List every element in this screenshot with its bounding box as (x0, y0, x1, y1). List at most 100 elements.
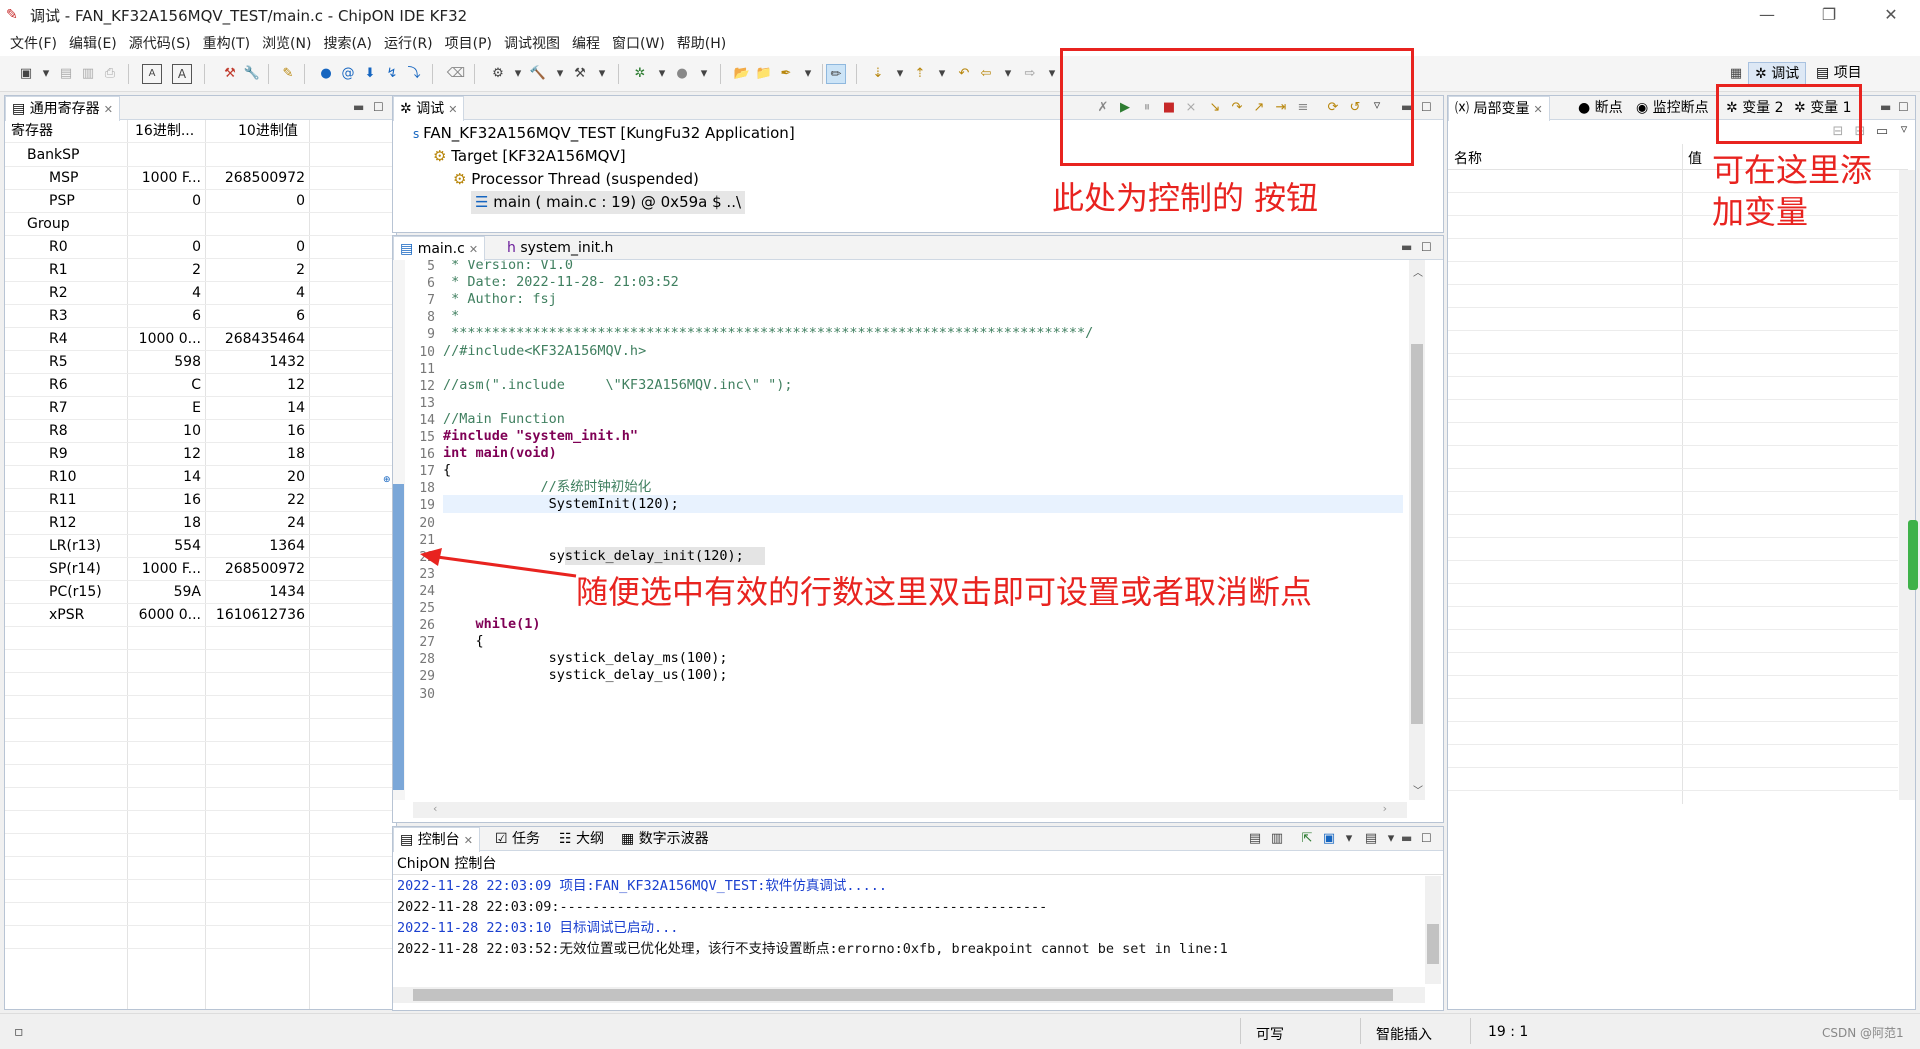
code-line[interactable]: { (443, 632, 484, 650)
close-tab-icon[interactable]: ✕ (464, 834, 473, 847)
next-annotation-icon[interactable]: ⇡ (910, 64, 930, 84)
col-register[interactable]: 寄存器 (11, 120, 53, 143)
register-row[interactable]: R4 1000 0... 268435464 (5, 328, 400, 351)
dropdown-icon[interactable]: ▾ (798, 64, 818, 84)
close-tab-icon[interactable]: ✕ (104, 103, 113, 116)
menu-navigate[interactable]: 浏览(N) (256, 33, 317, 53)
dropdown-icon[interactable]: ▾ (550, 64, 570, 84)
col-hex[interactable]: 16进制... (135, 120, 194, 143)
register-row[interactable]: SP(r14) 1000 F... 268500972 (5, 558, 400, 581)
tab-oscilloscope[interactable]: ▦ 数字示波器 (615, 827, 715, 851)
register-row[interactable]: R5 598 1432 (5, 351, 400, 374)
perspective-debug[interactable]: ✲ 调试 (1748, 62, 1807, 86)
dropdown-icon[interactable]: ▾ (998, 64, 1018, 84)
dropdown-icon[interactable]: ▾ (508, 64, 528, 84)
tab-watchpoints[interactable]: ◉ 监控断点 (1630, 96, 1715, 120)
folder-icon[interactable]: 📁 (754, 64, 774, 84)
menu-debug-view[interactable]: 调试视图 (498, 33, 566, 53)
save-icon[interactable]: ▤ (56, 64, 76, 84)
close-tab-icon[interactable]: ✕ (469, 243, 478, 256)
new-icon[interactable]: ▣ (16, 64, 36, 84)
web-icon[interactable]: @ (338, 64, 358, 84)
maximize-panel-icon[interactable]: ☐ (373, 100, 384, 114)
register-row[interactable]: R8 10 16 (5, 420, 400, 443)
code-line[interactable]: while(1) (443, 615, 541, 633)
register-row[interactable]: R9 12 18 (5, 443, 400, 466)
dropdown-icon[interactable]: ▾ (652, 64, 672, 84)
code-line[interactable]: * Version: V1.0 (443, 260, 573, 274)
config-icon[interactable]: ⚒ (570, 64, 590, 84)
panel-toolbar-icon[interactable]: ▭ (1872, 122, 1892, 142)
register-row[interactable]: MSP 1000 F... 268500972 (5, 167, 400, 190)
tab-debug[interactable]: ✲ 调试 ✕ (393, 96, 465, 121)
register-row[interactable]: R0 0 0 (5, 236, 400, 259)
forward-icon[interactable]: ⇨ (1020, 64, 1040, 84)
line-number[interactable]: 30 (405, 684, 435, 705)
open-folder-icon[interactable]: 📂 (732, 64, 752, 84)
dropdown-icon[interactable]: ▾ (592, 64, 612, 84)
run-icon[interactable]: ● (672, 64, 692, 84)
font-decrease-icon[interactable]: A (142, 64, 162, 84)
code-line[interactable]: systick_delay_us(100); (443, 666, 728, 684)
code-line[interactable]: //系统时钟初始化 (443, 478, 652, 496)
code-line[interactable]: { (443, 461, 451, 479)
tab-local-variables[interactable]: ⒳ 局部变量 ✕ (1448, 96, 1550, 121)
code-line[interactable]: * Author: fsj (443, 290, 557, 308)
instruction-pointer-icon[interactable]: ⊕ (383, 475, 391, 485)
register-row[interactable]: R11 16 22 (5, 489, 400, 512)
hammer-icon[interactable]: 🔨 (528, 64, 548, 84)
save-all-icon[interactable]: ▥ (78, 64, 98, 84)
open-console-icon[interactable]: ▤ (1361, 829, 1381, 849)
brush-icon[interactable]: ✎ (278, 64, 298, 84)
register-row[interactable]: Group (5, 213, 400, 236)
register-row[interactable]: xPSR 6000 0... 1610612736 (5, 604, 400, 627)
tab-system-init-h[interactable]: h system_init.h (501, 236, 619, 260)
register-row[interactable]: LR(r13) 554 1364 (5, 535, 400, 558)
register-row[interactable]: BankSP (5, 144, 400, 167)
scroll-lock-icon[interactable]: ▤ (1245, 829, 1265, 849)
dropdown-icon[interactable]: ▾ (36, 64, 56, 84)
menu-project[interactable]: 项目(P) (439, 33, 498, 53)
col-value[interactable]: 值 (1688, 148, 1702, 168)
tab-breakpoints[interactable]: ● 断点 (1572, 96, 1629, 120)
debug-tree-frame[interactable]: ☰ main ( main.c : 19) @ 0x59a $ ..\ (471, 191, 746, 214)
editor-vertical-scrollbar[interactable]: ︿ ﹀ (1409, 260, 1425, 800)
code-line[interactable]: //#include<KF32A156MQV.h> (443, 342, 646, 360)
tab-registers[interactable]: ▤ 通用寄存器 ✕ (5, 96, 120, 121)
register-row[interactable]: PC(r15) 59A 1434 (5, 581, 400, 604)
code-line[interactable]: int main(void) (443, 444, 557, 462)
dropdown-icon[interactable]: ▾ (694, 64, 714, 84)
minimize-panel-icon[interactable]: ▬ (353, 100, 364, 114)
annotation-icon[interactable]: ⇣ (868, 64, 888, 84)
back-icon[interactable]: ⇦ (976, 64, 996, 84)
dropdown-icon[interactable]: ▾ (1042, 64, 1062, 84)
code-line[interactable]: //asm(".include \"KF32A156MQV.inc\" "); (443, 376, 793, 394)
register-row[interactable]: R2 4 4 (5, 282, 400, 305)
menu-program[interactable]: 编程 (566, 33, 606, 53)
minimize-panel-icon[interactable]: ▬ (1401, 240, 1412, 254)
code-line[interactable]: #include "system_init.h" (443, 427, 638, 445)
console-output[interactable]: 2022-11-28 22:03:09 项目:FAN_KF32A156MQV_T… (393, 876, 1423, 984)
tools-icon[interactable]: 🔧 (242, 64, 262, 84)
register-row[interactable]: PSP 0 0 (5, 190, 400, 213)
dropdown-icon[interactable]: ▾ (1339, 829, 1359, 849)
code-area[interactable]: 5 * Version: V1.0 6 * Date: 2022-11-28- 2… (405, 260, 1415, 800)
dropdown-icon[interactable]: ▾ (890, 64, 910, 84)
view-menu-icon[interactable]: ▿ (1894, 120, 1914, 140)
register-row[interactable]: R1 2 2 (5, 259, 400, 282)
register-row[interactable]: R7 E 14 (5, 397, 400, 420)
debug-tree-target[interactable]: ⚙ Target [KF32A156MQV] (433, 145, 626, 168)
debug-tree-app[interactable]: s FAN_KF32A156MQV_TEST [KungFu32 Applica… (413, 122, 795, 146)
open-perspective-icon[interactable]: ▦ (1726, 64, 1746, 84)
tab-console[interactable]: ▤ 控制台 ✕ (393, 827, 480, 852)
maximize-panel-icon[interactable]: ☐ (1421, 100, 1432, 114)
clear-icon[interactable]: ⌫ (446, 64, 466, 84)
code-line[interactable]: ****************************************… (443, 324, 1093, 342)
minimize-button[interactable]: — (1744, 0, 1790, 30)
code-line[interactable]: SystemInit(120); (443, 495, 1403, 514)
console-vertical-scrollbar[interactable] (1425, 876, 1441, 984)
step-icon[interactable]: ↯ (382, 64, 402, 84)
code-line[interactable]: * (443, 307, 459, 325)
debug-icon[interactable]: ✲ (630, 64, 650, 84)
code-line[interactable]: * Date: 2022-11-28- 21:03:52 (443, 273, 679, 291)
